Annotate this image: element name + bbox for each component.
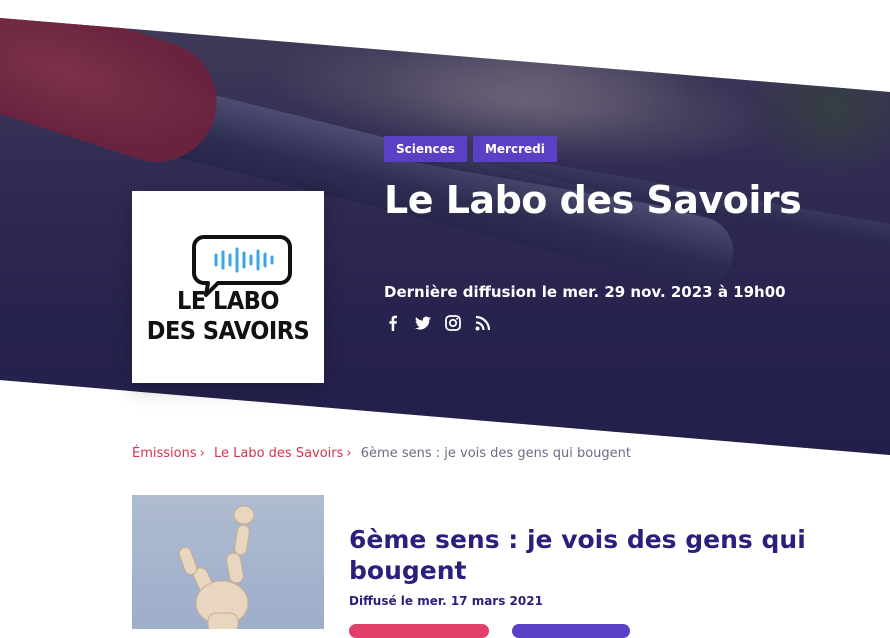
logo-text-line-2: DES SAVOIRS	[146, 316, 310, 345]
twitter-icon[interactable]	[414, 314, 432, 332]
social-links	[384, 314, 492, 332]
wooden-mannequin-image	[178, 505, 255, 629]
episode-aired-date: Diffusé le mer. 17 mars 2021	[349, 594, 543, 608]
category-tags: Sciences Mercredi	[384, 136, 557, 162]
episode-listen-button[interactable]	[349, 624, 489, 638]
episode-thumbnail[interactable]	[132, 495, 324, 629]
facebook-icon[interactable]	[384, 314, 402, 332]
episode-secondary-button[interactable]	[512, 624, 630, 638]
breadcrumb-link-emissions[interactable]: Émissions	[132, 446, 197, 461]
episode-title[interactable]: 6ème sens : je vois des gens qui bougent	[349, 524, 849, 586]
breadcrumb-separator: ›	[346, 446, 352, 461]
breadcrumb: Émissions › Le Labo des Savoirs › 6ème sen…	[132, 446, 631, 461]
breadcrumb-separator: ›	[199, 446, 205, 461]
breadcrumb-link-show[interactable]: Le Labo des Savoirs	[214, 446, 343, 461]
show-title: Le Labo des Savoirs	[384, 178, 802, 222]
rss-icon[interactable]	[474, 314, 492, 332]
tag-mercredi[interactable]: Mercredi	[472, 136, 557, 162]
logo-text-line-1: LE LABO	[176, 286, 280, 315]
tag-sciences[interactable]: Sciences	[384, 136, 467, 162]
breadcrumb-current: 6ème sens : je vois des gens qui bougent	[360, 446, 631, 461]
show-logo: LE LABO DES SAVOIRS	[132, 191, 324, 383]
instagram-icon[interactable]	[444, 314, 462, 332]
last-aired-text: Dernière diffusion le mer. 29 nov. 2023 …	[384, 283, 786, 301]
